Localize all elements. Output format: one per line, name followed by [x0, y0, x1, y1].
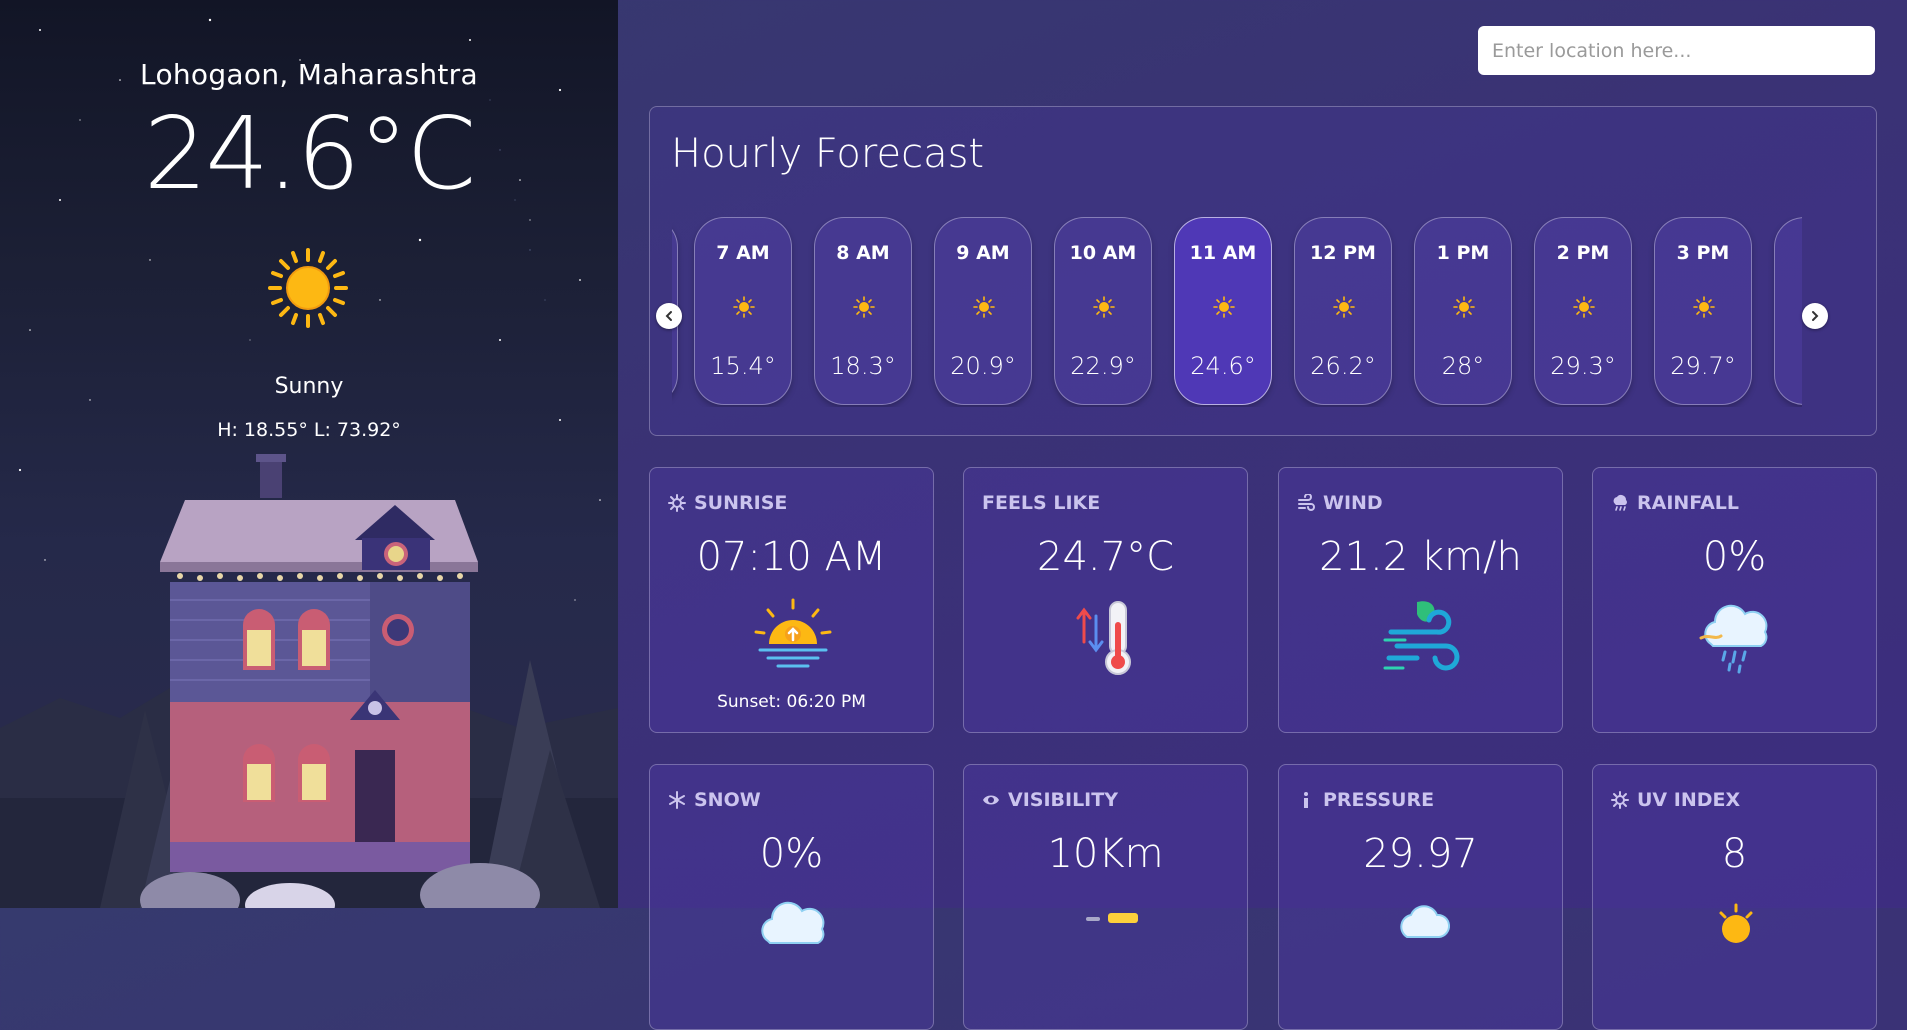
hour-card[interactable]: 1 PM 28° — [1414, 217, 1512, 405]
chevron-right-icon — [1812, 311, 1819, 321]
card-label: SNOW — [694, 789, 761, 811]
hour-time: 9 AM — [956, 242, 1010, 264]
hour-card[interactable]: 10 AM 22.9° — [1054, 217, 1152, 405]
visibility-value: 10Km — [1047, 831, 1164, 877]
sunrise-value: 07:10 AM — [696, 534, 887, 580]
wind-small-icon — [1298, 494, 1315, 511]
hour-time: 12 PM — [1310, 242, 1376, 264]
card-label: RAINFALL — [1637, 492, 1740, 514]
hour-temperature: 24.6° — [1190, 352, 1256, 380]
sunset-time: Sunset: 06:20 PM — [717, 692, 866, 712]
hour-time: 1 PM — [1436, 242, 1490, 264]
hour-temperature: 18.3° — [830, 352, 896, 380]
chevron-left-icon — [665, 311, 672, 321]
hour-card[interactable]: 8 AM 18.3° — [814, 217, 912, 405]
current-weather-panel: Lohogaon, Maharashtra 24.6°C Sunny H: 18… — [0, 0, 618, 908]
card-label: UV INDEX — [1637, 789, 1741, 811]
hourly-forecast-title: Hourly Forecast — [671, 131, 985, 177]
info-icon — [1304, 792, 1308, 808]
hour-time: 10 AM — [1069, 242, 1137, 264]
wind-icon — [1383, 601, 1460, 671]
feels-like-card: FEELS LIKE 24.7°C — [963, 467, 1248, 733]
wind-value: 21.2 km/h — [1319, 534, 1522, 580]
card-label: SUNRISE — [694, 492, 788, 514]
scroll-left-button[interactable] — [656, 303, 682, 329]
sunrise-icon — [754, 598, 832, 668]
hour-time: 11 AM — [1189, 242, 1257, 264]
sun-icon — [1333, 296, 1355, 318]
hour-temperature: 28° — [1441, 352, 1485, 380]
uv-index-card: UV INDEX 8 — [1592, 764, 1877, 1030]
house-illustration — [100, 454, 600, 908]
sun-icon — [1573, 296, 1595, 318]
hour-card[interactable]: 9 AM 20.9° — [934, 217, 1032, 405]
sun-small-icon — [1719, 903, 1753, 943]
feels-like-value: 24.7°C — [1037, 534, 1174, 580]
card-label: VISIBILITY — [1008, 789, 1118, 811]
eye-icon — [983, 795, 999, 805]
gear-sun-icon — [668, 494, 686, 512]
hour-card[interactable]: 12 PM 26.2° — [1294, 217, 1392, 405]
hour-card[interactable]: 2 PM 29.3° — [1534, 217, 1632, 405]
hour-time: 3 PM — [1676, 242, 1730, 264]
rainfall-value: 0% — [1702, 534, 1767, 580]
card-label: WIND — [1323, 492, 1383, 514]
sun-icon — [973, 296, 995, 318]
hour-card[interactable]: 7 AM 15.4° — [694, 217, 792, 405]
location-name: Lohogaon, Maharashtra — [140, 58, 478, 91]
snow-cloud-icon — [761, 901, 825, 944]
hour-temperature: 15.4° — [710, 352, 776, 380]
sun-icon — [733, 296, 755, 318]
hour-card-active[interactable]: 11 AM 24.6° — [1174, 217, 1272, 405]
sun-icon — [1453, 296, 1475, 318]
hour-temperature: 29.7° — [1670, 352, 1736, 380]
pressure-value: 29.97 — [1363, 831, 1478, 877]
hour-time: 7 AM — [716, 242, 770, 264]
snow-value: 0% — [759, 831, 824, 877]
hour-temperature: 20.9° — [950, 352, 1016, 380]
hourly-forecast-carousel[interactable]: 7 AM 15.4° 8 AM 18.3° 9 AM 20.9° 10 AM 2… — [672, 217, 1802, 407]
snowflake-icon — [669, 791, 685, 809]
card-label: FEELS LIKE — [982, 492, 1101, 514]
thermometer-icon — [1076, 601, 1131, 675]
rainfall-card: RAINFALL 0% — [1592, 467, 1877, 733]
visibility-card: VISIBILITY 10Km — [963, 764, 1248, 1030]
weather-condition: Sunny — [274, 374, 344, 399]
wind-card: WIND 21.2 km/h — [1278, 467, 1563, 733]
hourly-forecast-panel: Hourly Forecast 7 AM 15.4° 8 AM 18.3° 9 … — [649, 106, 1877, 436]
sun-icon — [1213, 296, 1235, 318]
rain-cloud-icon — [1699, 604, 1768, 674]
hour-card[interactable]: 3 PM 29.7° — [1654, 217, 1752, 405]
sun-icon — [853, 296, 875, 318]
fog-icon — [1086, 913, 1138, 923]
hour-card-partial — [1774, 217, 1802, 405]
sun-icon — [1693, 296, 1715, 318]
snow-card: SNOW 0% — [649, 764, 934, 1030]
sun-icon — [268, 248, 348, 328]
hour-time: 8 AM — [836, 242, 890, 264]
rain-small-icon — [1613, 495, 1627, 511]
high-low-temperature: H: 18.55° L: 73.92° — [217, 419, 401, 441]
location-search-input[interactable] — [1478, 26, 1875, 75]
hour-temperature: 22.9° — [1070, 352, 1136, 380]
cloud-icon — [1400, 905, 1451, 938]
uv-icon — [1611, 791, 1629, 809]
pressure-card: PRESSURE 29.97 — [1278, 764, 1563, 1030]
sun-icon — [1093, 296, 1115, 318]
current-temperature: 24.6°C — [143, 95, 476, 212]
hour-temperature: 29.3° — [1550, 352, 1616, 380]
scroll-right-button[interactable] — [1802, 303, 1828, 329]
hour-time: 2 PM — [1556, 242, 1610, 264]
uv-index-value: 8 — [1721, 831, 1748, 877]
hour-temperature: 26.2° — [1310, 352, 1376, 380]
sunrise-card: SUNRISE 07:10 AM Sunset: 06:20 PM — [649, 467, 934, 733]
card-label: PRESSURE — [1323, 789, 1435, 811]
